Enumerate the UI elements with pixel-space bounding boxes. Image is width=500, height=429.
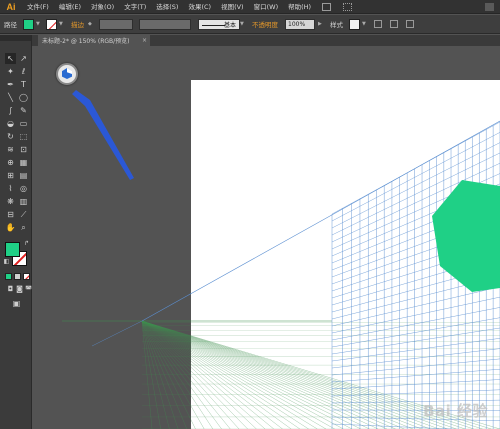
shape-builder-tool-icon[interactable]: ⊕ [5,157,16,168]
zoom-tool-icon[interactable]: ⌕ [18,222,29,233]
left-plane-edge [91,320,143,347]
document-tab-title: 未标题-2* @ 150% (RGB/预览) [42,38,130,45]
brush-label: 基本 [223,21,236,29]
fill-color-box[interactable] [5,242,20,257]
brush-definition-field[interactable]: 基本 [198,18,240,30]
chevron-down-icon[interactable]: ▼ [362,21,367,27]
close-icon[interactable]: × [142,37,147,44]
swap-colors-icon[interactable]: ↱ [23,240,30,247]
app-logo: Ai [6,1,16,12]
gradient-tool-icon[interactable]: ▤ [18,170,29,181]
stroke-label[interactable]: 描边 [67,19,88,29]
menu-view[interactable]: 视图(V) [216,0,249,14]
document-tab-bar: 未标题-2* @ 150% (RGB/预览) × [32,35,500,46]
selection-tool-icon[interactable]: ↖ [5,53,16,64]
column-graph-tool-icon[interactable]: ▥ [18,196,29,207]
workspace-switcher[interactable] [485,2,494,11]
recolor-artwork-icon[interactable] [374,20,382,28]
stroke-swatch[interactable] [46,18,57,30]
menu-window[interactable]: 窗口(W) [249,0,284,14]
free-transform-tool-icon[interactable]: ⊡ [18,144,29,155]
chevron-down-icon[interactable]: ▼ [59,21,64,27]
transform-icon[interactable] [406,20,414,28]
menu-help[interactable]: 帮助(H) [283,0,316,14]
hand-tool-icon[interactable]: ✋ [5,222,16,233]
document-tab[interactable]: 未标题-2* @ 150% (RGB/预览) × [38,35,150,46]
ground-grid-ray [141,320,179,429]
lasso-tool-icon[interactable]: ℓ [18,66,29,77]
menu-type[interactable]: 文字(T) [119,0,151,14]
ground-grid-ray [141,320,170,429]
paintbrush-tool-icon[interactable]: ∫ [5,105,16,116]
line-tool-icon[interactable]: ╲ [5,92,16,103]
eraser-tool-icon[interactable]: ▭ [18,118,29,129]
selection-type-label: 路径 [4,21,17,29]
width-tool-icon[interactable]: ≋ [5,144,16,155]
style-label: 样式 [330,21,343,29]
graphic-style-swatch[interactable] [349,18,360,30]
menubar: Ai 文件(F) 编辑(E) 对象(O) 文字(T) 选择(S) 效果(C) 视… [0,0,500,14]
perspective-grid-tool-icon[interactable]: ▦ [18,157,29,168]
direct-selection-tool-icon[interactable]: ↗ [18,53,29,64]
chevron-down-icon[interactable]: ▼ [240,21,245,27]
blob-brush-tool-icon[interactable]: ◒ [5,118,16,129]
fill-swatch[interactable] [23,18,34,30]
gradient-mode-icon[interactable] [14,273,21,280]
align-icon[interactable] [390,20,398,28]
menu-object[interactable]: 对象(O) [86,0,119,14]
bridge-icon[interactable] [322,2,332,11]
color-mode-icon[interactable] [5,273,12,280]
artwork [62,80,500,429]
pen-tool-icon[interactable]: ✒ [5,79,16,90]
chevron-down-icon[interactable]: ▼ [36,21,41,27]
perspective-plane-widget-icon[interactable] [56,63,78,85]
eyedropper-tool-icon[interactable]: ⌇ [5,183,16,194]
menu-effect[interactable]: 效果(C) [183,0,216,14]
ground-grid-ray [141,320,153,429]
opacity-field[interactable]: 100% [285,18,315,30]
arrange-documents-icon[interactable] [343,2,353,11]
screen-mode-icon[interactable]: ▣ [11,298,22,309]
tools-panel: ↖ ↗ ✦ ℓ ✒ T ╲ ◯ ∫ ✎ ◒ ▭ ↻ ⬚ ≋ ⊡ ⊕ ▦ ⊞ ▤ … [0,35,32,429]
pencil-tool-icon[interactable]: ✎ [18,105,29,116]
scale-tool-icon[interactable]: ⬚ [18,131,29,142]
menu-edit[interactable]: 编辑(E) [54,0,86,14]
mesh-tool-icon[interactable]: ⊞ [5,170,16,181]
ellipse-tool-icon[interactable]: ◯ [18,92,29,103]
type-tool-icon[interactable]: T [18,79,29,90]
symbol-sprayer-tool-icon[interactable]: ❋ [5,196,16,207]
arrow-annotation [72,90,134,180]
magic-wand-tool-icon[interactable]: ✦ [5,66,16,77]
menu-select[interactable]: 选择(S) [151,0,183,14]
blend-tool-icon[interactable]: ◎ [18,183,29,194]
slice-tool-icon[interactable]: ⟋ [18,209,29,220]
chevron-right-icon[interactable]: ▶ [318,21,323,27]
tools-panel-header[interactable] [0,35,31,41]
variable-width-field[interactable] [139,18,191,30]
artboard-tool-icon[interactable]: ⊟ [5,209,16,220]
control-bar: 路径 ▼ ▼ 描边 ◆ 基本 ▼ 不透明度 100% ▶ 样式 ▼ [0,15,500,34]
none-mode-icon[interactable] [23,273,30,280]
default-colors-icon[interactable]: ◧ [3,258,10,265]
stepper-icon[interactable]: ◆ [88,21,93,27]
opacity-label[interactable]: 不透明度 [248,19,282,29]
menu-file[interactable]: 文件(F) [22,0,54,14]
rotate-tool-icon[interactable]: ↻ [5,131,16,142]
canvas[interactable]: Bai 经验 [32,46,500,429]
watermark: Bai 经验 [423,402,488,420]
stroke-weight-field[interactable] [99,18,133,30]
